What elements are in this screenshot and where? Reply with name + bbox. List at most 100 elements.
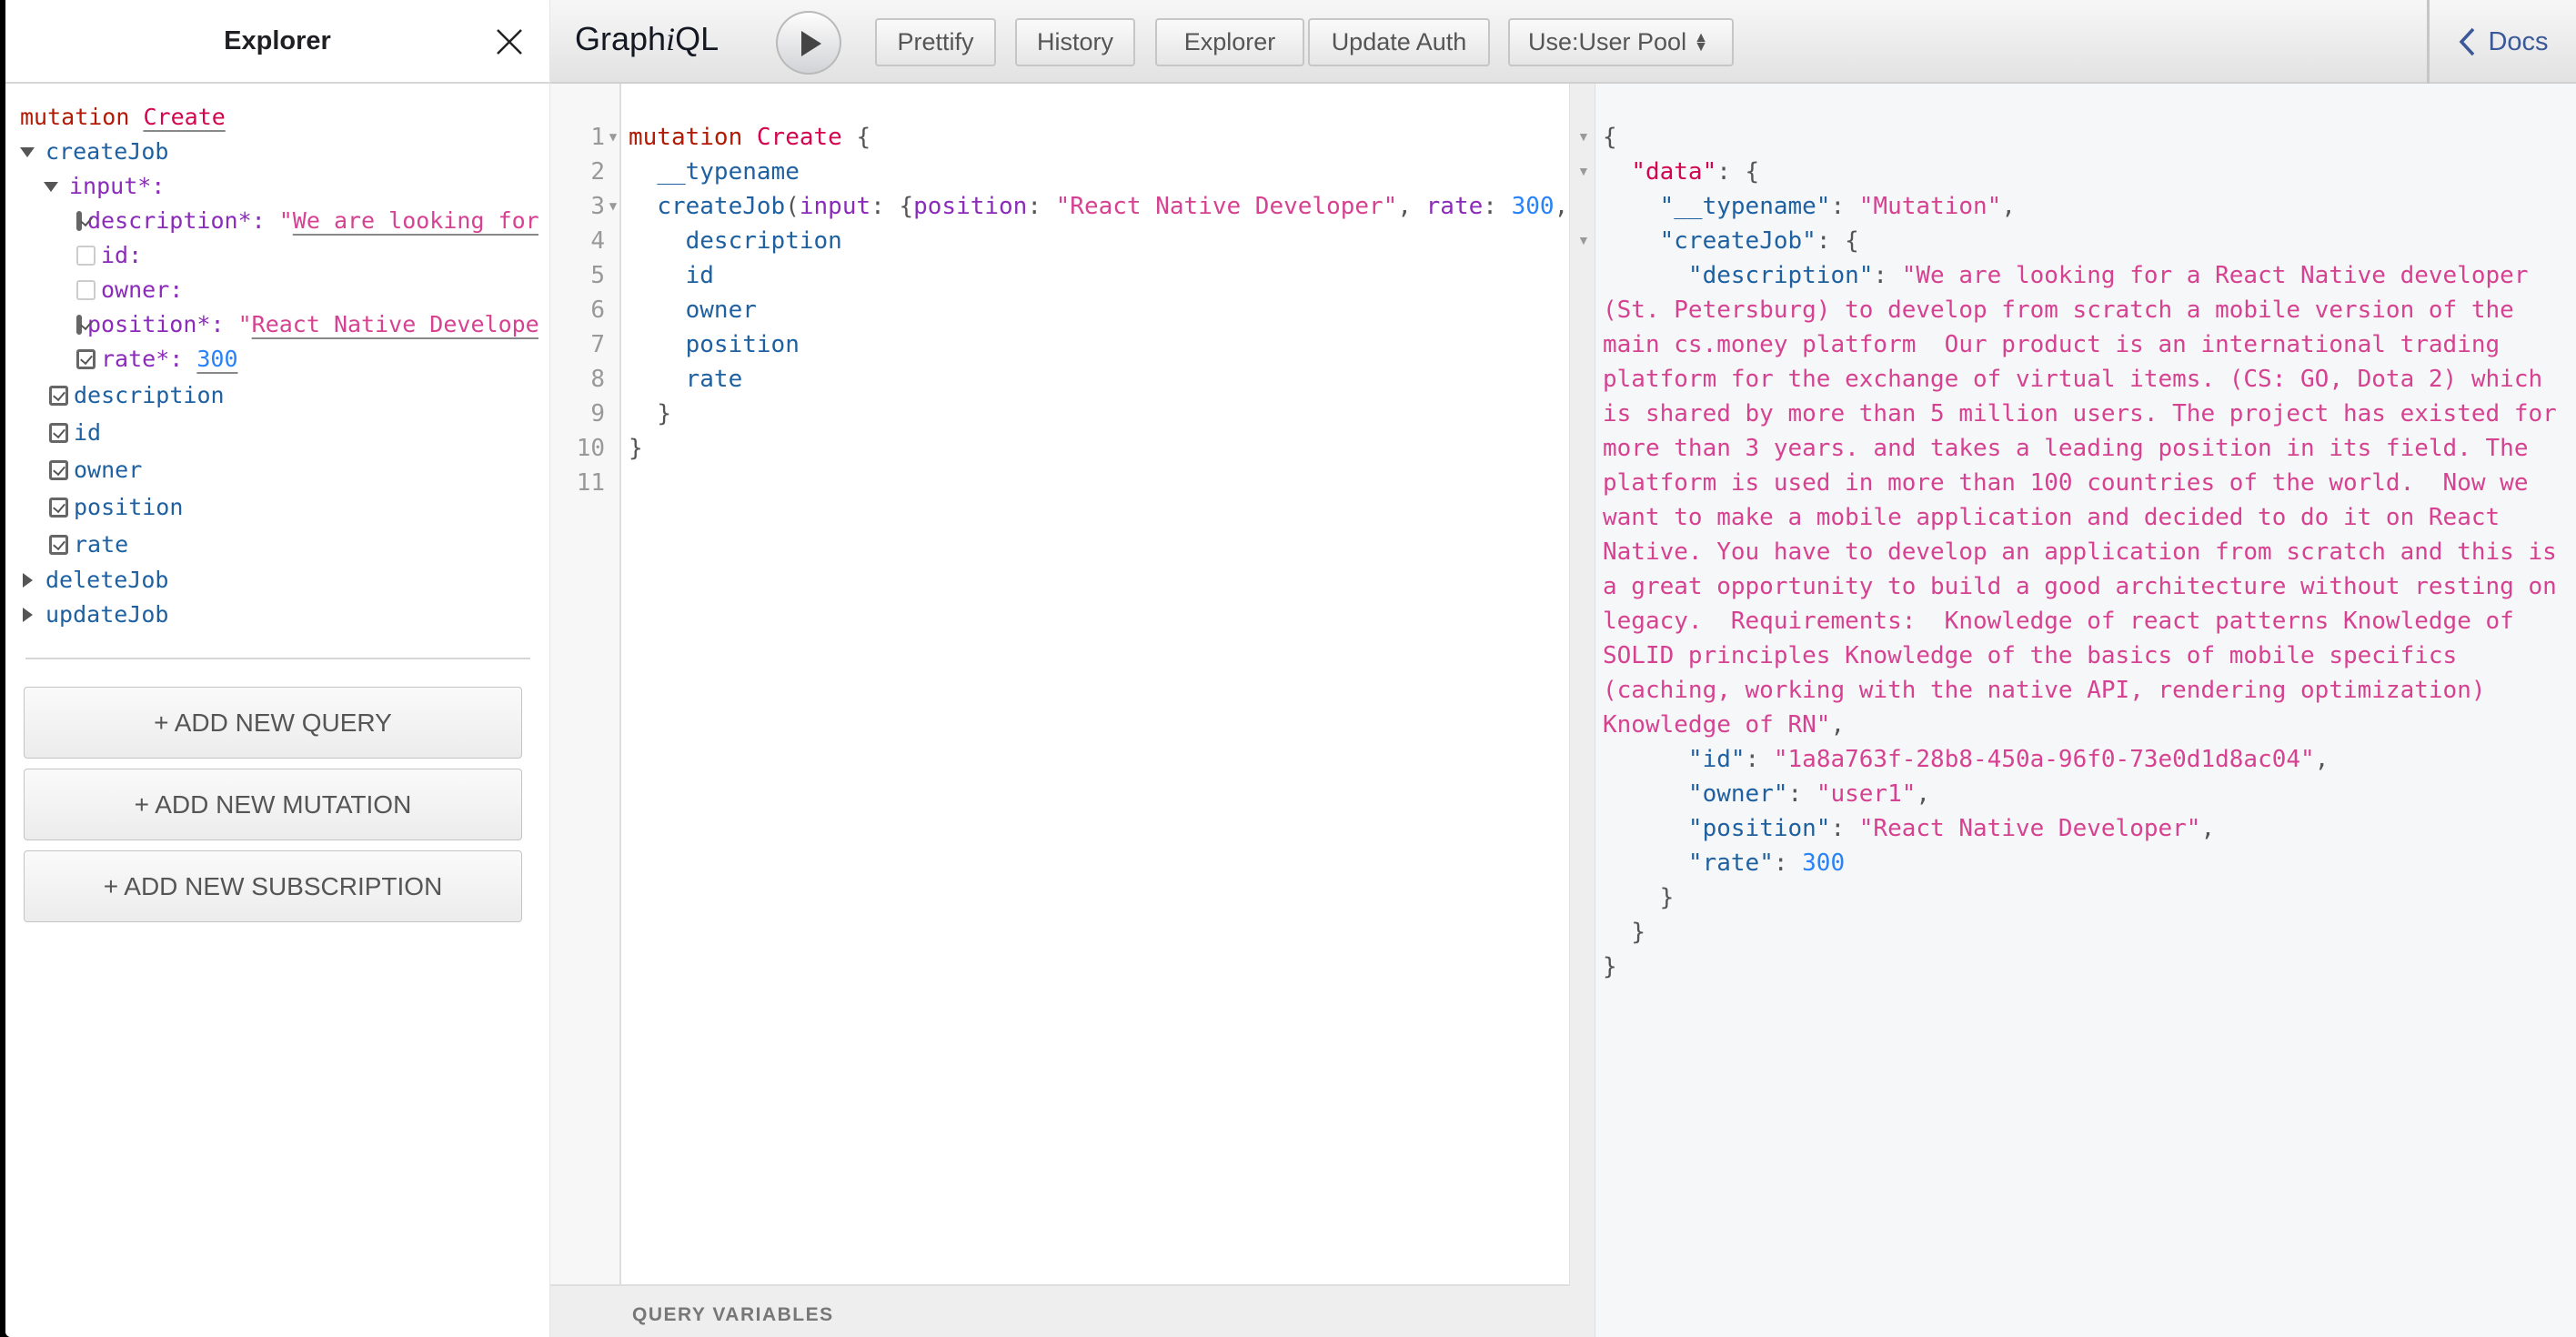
field-label[interactable]: position [74,490,183,525]
docs-label: Docs [2488,26,2549,56]
punct-token: , [1397,193,1426,220]
arg-label: description*: [87,207,266,234]
add-new-mutation-button[interactable]: + ADD NEW MUTATION [24,769,522,840]
field-label[interactable]: rate [74,528,128,562]
json-key: "description" [1687,262,1874,289]
checkbox-checked-icon[interactable] [49,497,68,518]
arg-value-input[interactable]: React Native Develope [252,307,538,342]
arg-value-input[interactable]: We are looking for [293,204,538,238]
query-code[interactable]: 1 ▼ mutation Create { 2 __typename 3 ▼ crea… [550,120,1569,500]
arg-label[interactable]: input*: [69,169,165,204]
field-label[interactable]: description [74,378,225,413]
result-viewer[interactable]: { "data": { "__typename": "Mutation", "c… [1595,84,2576,1337]
prettify-button[interactable]: Prettify [875,18,996,66]
checkbox-unchecked-icon[interactable] [76,280,96,300]
query-variables-bar[interactable]: QUERY VARIABLES [550,1284,1570,1337]
add-new-subscription-button[interactable]: + ADD NEW SUBSCRIPTION [24,850,522,922]
checkbox-checked-icon[interactable] [76,211,82,231]
field-label[interactable]: deleteJob [45,563,168,598]
fold-arrow-icon[interactable]: ▼ [1577,129,1590,144]
logo-italic: i [666,21,676,57]
update-auth-button[interactable]: Update Auth [1308,18,1490,66]
selection-rate[interactable]: rate [20,526,549,563]
graphiql-main: GraphiQL Prettify History Explorer Updat… [550,0,2576,1337]
checkbox-checked-icon[interactable] [49,422,68,443]
select-arrows-icon: ▲ ▼ [1694,29,1708,55]
graphiql-logo: GraphiQL [575,20,719,58]
caret-right-icon[interactable] [23,608,33,622]
execute-query-button[interactable] [776,11,841,75]
arg-label: position*: [87,311,225,337]
line-number: 2 [590,158,605,186]
punct-token: } [657,400,671,427]
fold-arrow-icon[interactable]: ▼ [605,189,621,224]
line-number: 8 [590,366,605,393]
query-editor[interactable]: 1 ▼ mutation Create { 2 __typename 3 ▼ crea… [550,84,1570,1284]
line-number: 9 [590,400,605,427]
graphiql-app: Explorer mutation Create createJob input… [5,0,2576,1337]
caret-right-icon[interactable] [23,573,33,588]
code-line: 1 ▼ mutation Create { [550,120,1569,155]
checkbox-checked-icon[interactable] [49,385,68,406]
input-field-id[interactable]: id: [20,238,549,273]
punct-token: : [870,193,900,220]
punct-token: { [856,124,871,151]
explorer-title: Explorer [224,25,331,55]
selection-owner[interactable]: owner [20,451,549,488]
tree-node-createjob[interactable]: createJob [20,135,549,169]
input-field-rate[interactable]: rate*: 300 [20,342,549,377]
chevron-left-icon [2460,27,2475,56]
line-number: 1 [590,124,605,151]
punct-token: : [1483,193,1512,220]
tree-node-deletejob[interactable]: deleteJob [20,563,549,598]
query-variables-label[interactable]: QUERY VARIABLES [632,1304,834,1326]
field-label[interactable]: id [74,416,101,450]
field-label[interactable]: createJob [45,135,168,169]
history-button[interactable]: History [1015,18,1135,66]
string-token: "React Native Developer" [1055,193,1398,220]
line-number: 6 [590,297,605,324]
selection-position[interactable]: position [20,488,549,526]
operation-name-token: Create [756,124,842,151]
fold-arrow-icon[interactable]: ▼ [605,120,621,155]
docs-button[interactable]: Docs [2427,0,2576,84]
result-fold-gutter: ▼ ▼ ▼ [1570,84,1595,1337]
json-key: "owner" [1687,780,1788,808]
selection-id[interactable]: id [20,414,549,451]
json-string: "React Native Developer" [1858,815,2201,842]
logo-suffix: QL [675,20,719,57]
add-new-query-button[interactable]: + ADD NEW QUERY [24,687,522,759]
auth-mode-select[interactable]: Use:User Pool ▲ ▼ [1508,18,1734,66]
input-field-owner[interactable]: owner: [20,273,549,307]
input-field-position[interactable]: position*: " React Native Develope [20,307,538,342]
checkbox-checked-icon[interactable] [76,315,82,335]
arg-quote: " [278,207,293,234]
checkbox-checked-icon[interactable] [76,349,96,369]
caret-down-icon[interactable] [44,181,58,192]
tree-node-updatejob[interactable]: updateJob [20,598,549,632]
line-number: 3 [590,193,605,220]
checkbox-unchecked-icon[interactable] [76,246,96,266]
explorer-button[interactable]: Explorer [1155,18,1304,66]
input-field-description[interactable]: description*: " We are looking for [20,204,538,238]
explorer-divider [25,658,530,659]
fold-arrow-icon[interactable]: ▼ [1577,233,1590,247]
caret-down-icon[interactable] [20,146,35,157]
punct-token: } [629,435,643,462]
code-line: 6 owner [550,293,1569,327]
operation-name[interactable]: Create [143,100,225,135]
selection-description[interactable]: description [20,377,549,414]
field-label[interactable]: updateJob [45,598,168,632]
arg-label: owner: [101,276,184,303]
code-line: 2 __typename [550,155,1569,189]
close-icon[interactable] [495,27,524,56]
field-token: owner [685,297,757,324]
code-line: 8 rate [550,362,1569,397]
tree-node-input[interactable]: input*: [20,169,549,204]
checkbox-checked-icon[interactable] [49,534,68,555]
fold-arrow-icon[interactable]: ▼ [1577,164,1590,178]
checkbox-checked-icon[interactable] [49,459,68,480]
punct-token: { [899,193,914,220]
field-label[interactable]: owner [74,453,142,488]
arg-value-input[interactable]: 300 [196,342,237,377]
